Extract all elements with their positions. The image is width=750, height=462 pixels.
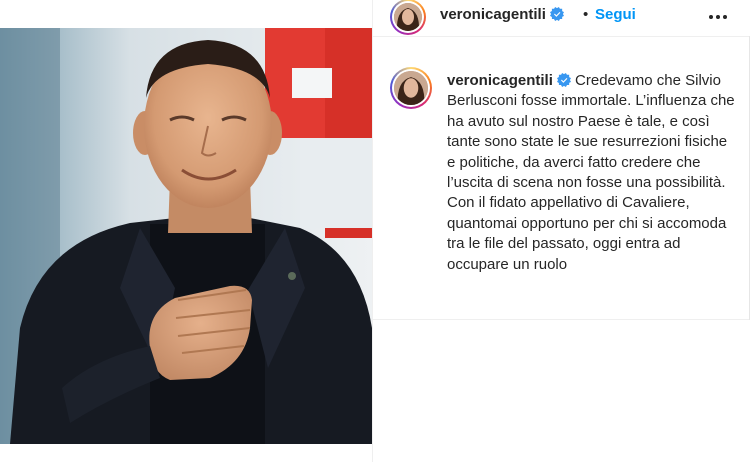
follow-button[interactable]: Segui bbox=[595, 6, 636, 23]
post-header: veronicagentili • Segui bbox=[373, 0, 750, 37]
post-photo[interactable] bbox=[0, 28, 372, 444]
caption-text-2: Con il fidato appellativo di Cavaliere, … bbox=[447, 194, 727, 273]
instagram-post: veronicagentili • Segui veronicagentili … bbox=[0, 0, 750, 462]
caption-avatar[interactable] bbox=[390, 67, 432, 109]
caption-text-1: Credevamo che Silvio Berlusconi fosse im… bbox=[447, 72, 735, 192]
post-media bbox=[0, 0, 372, 462]
post-side-panel: veronicagentili • Segui veronicagentili … bbox=[372, 0, 750, 462]
more-options-icon[interactable] bbox=[707, 8, 729, 24]
verified-badge-icon bbox=[556, 73, 571, 87]
separator-dot: • bbox=[583, 6, 589, 23]
verified-badge-icon bbox=[549, 7, 564, 21]
avatar[interactable] bbox=[390, 0, 426, 35]
username-link[interactable]: veronicagentili bbox=[440, 6, 546, 23]
header-user: veronicagentili bbox=[440, 6, 564, 24]
empty-area bbox=[373, 320, 750, 462]
post-caption: veronicagentili Credevamo che Silvio Ber… bbox=[447, 71, 739, 275]
caption-username[interactable]: veronicagentili bbox=[447, 72, 553, 89]
caption-section: veronicagentili Credevamo che Silvio Ber… bbox=[373, 57, 750, 320]
